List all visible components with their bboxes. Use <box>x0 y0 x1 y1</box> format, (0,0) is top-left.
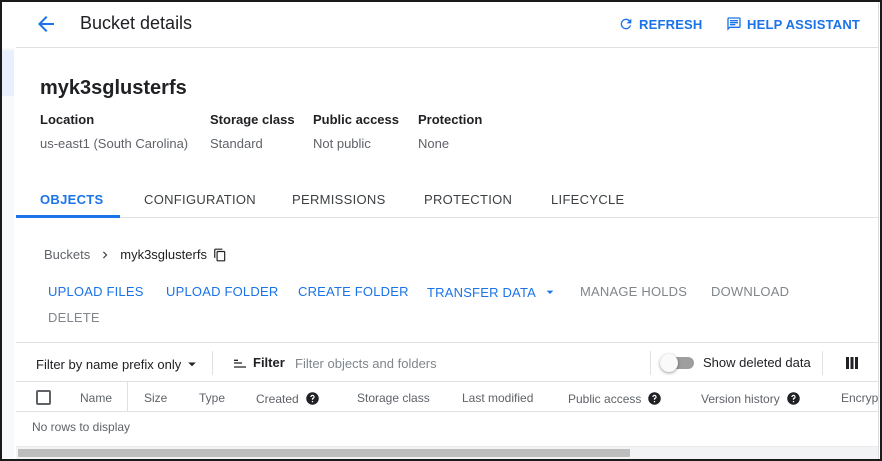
left-nav-highlight <box>2 50 14 96</box>
empty-table-message: No rows to display <box>32 420 131 434</box>
delete-button[interactable]: DELETE <box>48 310 100 325</box>
meta-value: Standard <box>210 136 263 151</box>
column-label: Created <box>256 391 299 406</box>
meta-value: Not public <box>313 136 371 151</box>
help-icon[interactable] <box>305 391 320 406</box>
show-deleted-toggle[interactable] <box>660 354 696 372</box>
show-deleted-label: Show deleted data <box>703 355 811 370</box>
bucket-name: myk3sglusterfs <box>40 77 187 99</box>
meta-label: Protection <box>418 112 483 127</box>
tab-lifecycle[interactable]: LIFECYCLE <box>551 192 625 207</box>
horizontal-scrollbar[interactable] <box>16 446 878 459</box>
feedback-icon <box>727 17 741 31</box>
meta-public-access: Public access Not public <box>313 112 399 151</box>
transfer-data-button[interactable]: TRANSFER DATA <box>427 284 558 300</box>
transfer-data-label: TRANSFER DATA <box>427 284 537 300</box>
divider <box>650 351 651 375</box>
column-label: Public access <box>568 391 642 406</box>
meta-storage-class: Storage class Standard <box>210 112 295 151</box>
meta-value: us-east1 (South Carolina) <box>40 136 189 151</box>
help-icon[interactable] <box>786 391 801 406</box>
column-header-public-access[interactable]: Public access <box>568 391 662 406</box>
manage-holds-button[interactable]: MANAGE HOLDS <box>580 284 687 299</box>
create-folder-button[interactable]: CREATE FOLDER <box>298 284 409 299</box>
column-header-created[interactable]: Created <box>256 391 320 406</box>
columns-icon[interactable] <box>844 355 860 371</box>
column-header-last-modified[interactable]: Last modified <box>462 391 533 405</box>
column-header-name[interactable]: Name <box>80 391 112 405</box>
copy-icon[interactable] <box>213 248 227 262</box>
meta-label: Location <box>40 112 95 127</box>
tab-configuration[interactable]: CONFIGURATION <box>144 192 256 207</box>
column-label: Last modified <box>462 391 534 405</box>
refresh-icon <box>620 18 632 30</box>
tab-objects[interactable]: OBJECTS <box>40 192 104 207</box>
download-button[interactable]: DOWNLOAD <box>711 284 789 299</box>
column-label: Type <box>199 391 226 405</box>
toggle-knob <box>660 354 678 372</box>
help-icon[interactable] <box>647 391 662 406</box>
column-divider[interactable] <box>127 382 128 412</box>
upload-files-button[interactable]: UPLOAD FILES <box>48 284 144 299</box>
page-title: Bucket details <box>80 13 193 33</box>
column-label: Version history <box>701 391 780 406</box>
column-label: Size <box>144 391 168 405</box>
filter-bar: Filter by name prefix only Filter Show d… <box>16 342 878 382</box>
caret-down-icon <box>188 362 196 367</box>
divider <box>822 351 823 375</box>
column-header-encryption[interactable]: Encrypt <box>841 391 882 405</box>
column-header-version-history[interactable]: Version history <box>701 391 801 406</box>
column-label: Name <box>80 391 113 405</box>
meta-protection: Protection None <box>418 112 482 151</box>
right-edge-scrollbar <box>878 2 880 459</box>
chevron-right-icon <box>103 251 108 258</box>
caret-down-icon <box>546 290 554 294</box>
meta-location: Location us-east1 (South Carolina) <box>40 112 188 151</box>
tab-protection[interactable]: PROTECTION <box>424 192 512 207</box>
table-header: Name Size Type Created Storage class Las… <box>16 382 880 412</box>
arrow-back-icon[interactable] <box>34 12 58 36</box>
page-header: Bucket details REFRESH HELP ASSISTANT <box>16 2 878 48</box>
app-frame: Bucket details REFRESH HELP ASSISTANT my… <box>0 0 882 461</box>
active-tab-indicator <box>16 215 120 218</box>
column-header-size[interactable]: Size <box>144 391 167 405</box>
filter-input[interactable] <box>295 349 635 377</box>
refresh-label: REFRESH <box>639 16 703 32</box>
tab-bar: OBJECTS CONFIGURATION PERMISSIONS PROTEC… <box>16 184 878 218</box>
help-assistant-button[interactable]: HELP ASSISTANT <box>726 16 860 32</box>
upload-folder-button[interactable]: UPLOAD FOLDER <box>166 284 278 299</box>
breadcrumb-buckets-link[interactable]: Buckets <box>44 247 90 262</box>
meta-label: Public access <box>313 112 399 127</box>
column-header-storage-class[interactable]: Storage class <box>357 391 430 405</box>
tab-permissions[interactable]: PERMISSIONS <box>292 192 386 207</box>
column-label: Storage class <box>357 391 430 405</box>
scrollbar-thumb[interactable] <box>18 449 630 457</box>
meta-label: Storage class <box>210 112 295 127</box>
breadcrumb: Buckets myk3sglusterfs <box>44 247 227 262</box>
refresh-button[interactable]: REFRESH <box>618 16 703 32</box>
prefix-filter-select[interactable]: Filter by name prefix only <box>36 355 201 373</box>
help-assistant-label: HELP ASSISTANT <box>747 16 861 32</box>
filter-label: Filter <box>253 355 285 370</box>
column-label: Encrypt <box>841 391 882 405</box>
column-header-type[interactable]: Type <box>199 391 225 405</box>
filter-icon <box>234 359 246 368</box>
breadcrumb-current: myk3sglusterfs <box>120 247 207 262</box>
left-nav-strip <box>2 48 14 458</box>
select-all-checkbox[interactable] <box>36 390 51 405</box>
divider <box>212 351 213 375</box>
meta-value: None <box>418 136 450 151</box>
prefix-filter-label: Filter by name prefix only <box>36 356 182 372</box>
